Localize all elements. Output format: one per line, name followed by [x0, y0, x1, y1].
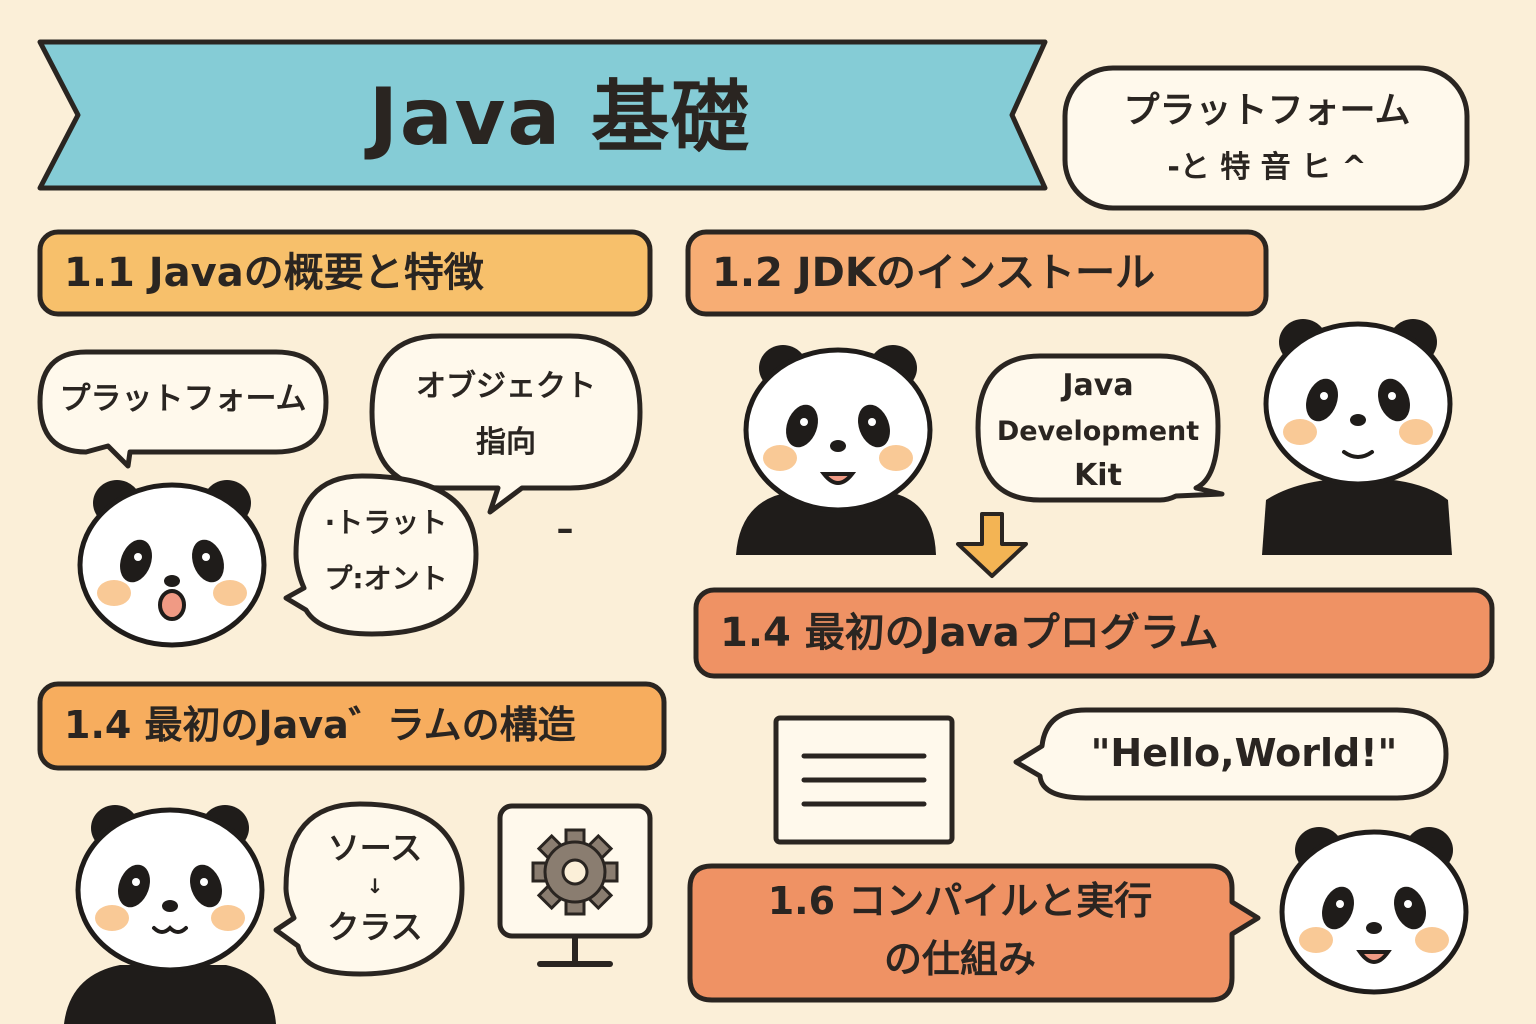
source-bubble-line-2: ↓: [366, 873, 384, 898]
section-structure-title: 1.4 最初のJava゛ラムの構造: [64, 703, 576, 748]
page-title: Java 基礎: [368, 73, 752, 164]
trat-bubble-line-1: ·トラット: [324, 505, 448, 539]
subtitle-line-2: -と 特 音 ヒ ^: [1167, 149, 1367, 185]
panda-icon: [1262, 319, 1452, 555]
panda-icon: [1282, 827, 1466, 992]
jdk-bubble-line-1: Java: [1062, 367, 1134, 403]
section-1-6-title-line-2: の仕組み: [883, 937, 1036, 982]
dash-mark: –: [556, 509, 574, 550]
panda-icon: [80, 480, 264, 645]
section-1-6-title-line-1: 1.6 コンパイルと実行: [767, 879, 1153, 924]
down-arrow-icon: [956, 512, 1028, 578]
gear-icon: [531, 828, 619, 916]
document-icon: [773, 715, 955, 845]
source-bubble-line-3: クラス: [327, 907, 423, 946]
trat-bubble-line-2: プ:オント: [324, 561, 448, 595]
panda-icon: [64, 805, 276, 1024]
platform-bubble-text: プラットフォーム: [59, 381, 307, 418]
section-1-1-title: 1.1 Javaの概要と特徴: [64, 250, 484, 296]
object-bubble-line-2: 指向: [476, 424, 536, 460]
subtitle-line-1: プラットフォーム: [1123, 90, 1411, 132]
hello-bubble-text: "Hello,World!": [1090, 731, 1398, 776]
object-bubble-line-1: オブジェクト: [416, 368, 596, 404]
jdk-bubble-line-3: Kit: [1074, 457, 1122, 493]
section-program-title: 1.4 最初のJavaプログラム: [720, 610, 1219, 656]
section-1-2-title: 1.2 JDKのインストール: [712, 250, 1156, 296]
jdk-bubble-line-2: Development: [996, 416, 1200, 448]
source-bubble-line-1: ソース: [327, 828, 423, 867]
panda-icon: [736, 345, 936, 555]
infographic: Java 基礎 プラットフォーム -と 特 音 ヒ ^ 1.1 Javaの概要と…: [0, 0, 1536, 1024]
